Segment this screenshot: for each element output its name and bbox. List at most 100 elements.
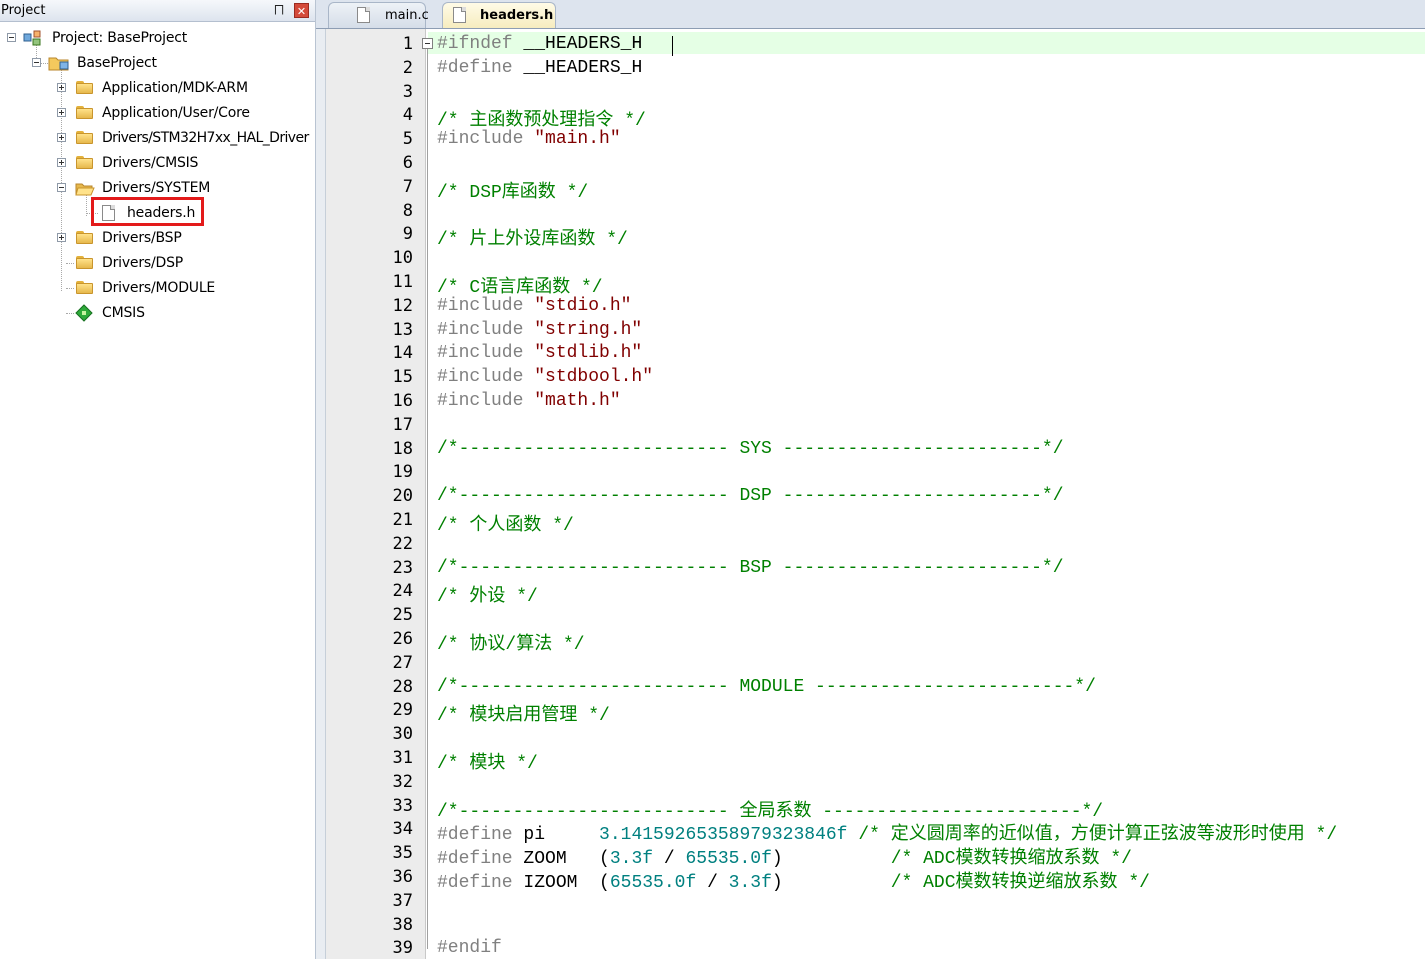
code-line[interactable]: 20 /*------------------------- DSP ------… — [316, 484, 1425, 508]
tree-item-label: Drivers/DSP — [102, 255, 184, 271]
tree-item-target[interactable]: BaseProject — [0, 51, 300, 75]
line-number: 18 — [392, 438, 413, 459]
code-text: #include "stdbool.h" — [437, 367, 653, 387]
tree-item-group[interactable]: Drivers/BSP — [0, 226, 315, 250]
pin-icon[interactable]: ⨅ — [273, 4, 285, 17]
code-line[interactable]: 13 #include "string.h" — [316, 318, 1425, 342]
close-icon[interactable]: ✕ — [294, 3, 309, 18]
code-line[interactable]: 6 — [316, 151, 1425, 175]
folder-icon — [76, 231, 93, 244]
expand-icon[interactable] — [57, 233, 66, 242]
code-line[interactable]: 24/* 外设 */ — [316, 579, 1425, 607]
code-line[interactable]: 33/*------------------------- 全局系数 -----… — [316, 794, 1425, 822]
code-line[interactable]: 32 — [316, 770, 1425, 794]
code-token-pre: #define — [437, 57, 524, 78]
code-line[interactable]: 36 #define IZOOM (65535.0f / 3.3f) /* ADC… — [316, 865, 1425, 893]
code-text: #include "stdio.h" — [437, 296, 631, 316]
tree-item-label: Project: BaseProject — [52, 30, 188, 46]
code-editor[interactable]: 1 #ifndef __HEADERS_H 2 #define __HEADERS_H… — [316, 29, 1425, 959]
code-line[interactable]: 28 /*------------------------- MODULE ---… — [316, 675, 1425, 699]
code-line[interactable]: 3 — [316, 80, 1425, 104]
code-token-str: "math.h" — [534, 391, 621, 411]
tab-headers-h[interactable]: headers.h — [442, 2, 556, 28]
code-line[interactable]: 21/* 个人函数 */ — [316, 508, 1425, 536]
code-line[interactable]: 38 — [316, 913, 1425, 937]
code-line[interactable]: 4/* 主函数预处理指令 */ — [316, 103, 1425, 131]
expand-icon[interactable] — [57, 158, 66, 167]
line-number: 22 — [392, 533, 413, 554]
code-line[interactable]: 19 — [316, 460, 1425, 484]
tree-item-group[interactable]: Application/MDK-ARM — [0, 76, 315, 100]
tree-item-cmsis[interactable]: CMSIS — [0, 301, 315, 325]
code-line[interactable]: 10 — [316, 246, 1425, 270]
code-line[interactable]: 2 #define __HEADERS_H — [316, 56, 1425, 80]
tree-item-label: BaseProject — [77, 55, 157, 71]
collapse-icon[interactable] — [57, 183, 66, 192]
code-text: #include "main.h" — [437, 129, 621, 149]
code-token-str: "main.h" — [534, 129, 621, 150]
line-number: 9 — [402, 224, 413, 245]
folder-icon — [76, 106, 93, 119]
code-token-com: /*------------------------- BSP --------… — [437, 557, 1064, 578]
project-panel-header: Project ⨅ ✕ — [0, 0, 315, 22]
project-panel-title: Project — [1, 3, 46, 18]
collapse-icon[interactable] — [7, 33, 16, 42]
code-line[interactable]: 34 #define pi 3.14159265358979323846f /* … — [316, 817, 1425, 845]
code-line[interactable]: 23 /*------------------------- BSP ------… — [316, 556, 1425, 580]
collapse-icon[interactable] — [32, 58, 41, 67]
code-line[interactable]: 15 #include "stdbool.h" — [316, 365, 1425, 389]
line-number: 28 — [392, 676, 413, 697]
code-token-pre: #include — [437, 367, 535, 388]
code-token-str: "string.h" — [534, 319, 643, 340]
code-line[interactable]: 29/* 模块启用管理 */ — [316, 698, 1425, 726]
tree-item-label: CMSIS — [102, 305, 145, 321]
code-line[interactable]: 22 — [316, 532, 1425, 556]
code-line[interactable]: 11/* C语言库函数 */ — [316, 270, 1425, 298]
code-line[interactable]: 37 — [316, 889, 1425, 913]
tree-item-group[interactable]: Drivers/CMSIS — [0, 151, 315, 175]
code-line[interactable]: 17 — [316, 413, 1425, 437]
tree-item-label: Drivers/BSP — [102, 230, 182, 246]
code-line[interactable]: 35 #define ZOOM (3.3f / 65535.0f) /* ADC模… — [316, 841, 1425, 869]
folder-icon — [76, 281, 93, 294]
code-line[interactable]: 5 #include "main.h" — [316, 127, 1425, 151]
tree-item-group[interactable]: Drivers/MODULE — [0, 276, 315, 300]
code-token-pre: #endif — [437, 938, 502, 959]
expand-icon[interactable] — [57, 83, 66, 92]
code-line[interactable]: 31/* 模块 */ — [316, 746, 1425, 774]
tab-main-c[interactable]: main.c — [328, 2, 429, 28]
tree-item-group[interactable]: Drivers/DSP — [0, 251, 315, 275]
code-token-str: "stdbool.h" — [534, 367, 654, 388]
tree-item-project[interactable]: Project: BaseProject — [0, 26, 300, 50]
tree-item-group[interactable]: Drivers/STM32H7xx_HAL_Driver — [0, 126, 315, 150]
line-number: 5 — [402, 129, 413, 150]
code-line[interactable]: 16 #include "math.h" — [316, 389, 1425, 413]
expand-icon[interactable] — [57, 133, 66, 142]
folder-icon — [76, 156, 93, 169]
line-number: 6 — [402, 153, 413, 173]
code-line[interactable]: 9/* 片上外设库函数 */ — [316, 222, 1425, 250]
code-text: /*------------------------- SYS --------… — [437, 439, 1064, 459]
code-line[interactable]: 8 — [316, 199, 1425, 223]
code-token-txt: __HEADERS_H — [523, 34, 643, 54]
code-line[interactable]: 39 #endif — [316, 936, 1425, 960]
code-line[interactable]: 26/* 协议/算法 */ — [316, 627, 1425, 655]
tree-item-group[interactable]: Application/User/Core — [0, 101, 315, 125]
code-line[interactable]: 27 — [316, 651, 1425, 675]
line-number: 32 — [392, 771, 413, 792]
selection-highlight-box — [91, 197, 204, 226]
tree-item-label: Drivers/SYSTEM — [102, 180, 211, 196]
code-line[interactable]: 7/* DSP库函数 */ — [316, 175, 1425, 203]
expand-icon[interactable] — [57, 108, 66, 117]
code-text: #ifndef __HEADERS_H — [437, 34, 642, 54]
code-line[interactable]: 18 /*------------------------- SYS ------… — [316, 437, 1425, 461]
code-line[interactable]: 25 — [316, 603, 1425, 627]
code-line[interactable]: 12 #include "stdio.h" — [316, 294, 1425, 318]
code-line[interactable]: 14 #include "stdlib.h" — [316, 341, 1425, 365]
code-token-pre: #include — [437, 343, 535, 364]
code-line[interactable]: 1 #ifndef __HEADERS_H — [316, 32, 1425, 56]
code-line[interactable]: 30 — [316, 722, 1425, 746]
line-number: 24 — [392, 581, 413, 602]
line-number: 7 — [402, 176, 413, 197]
line-number: 23 — [392, 557, 413, 578]
